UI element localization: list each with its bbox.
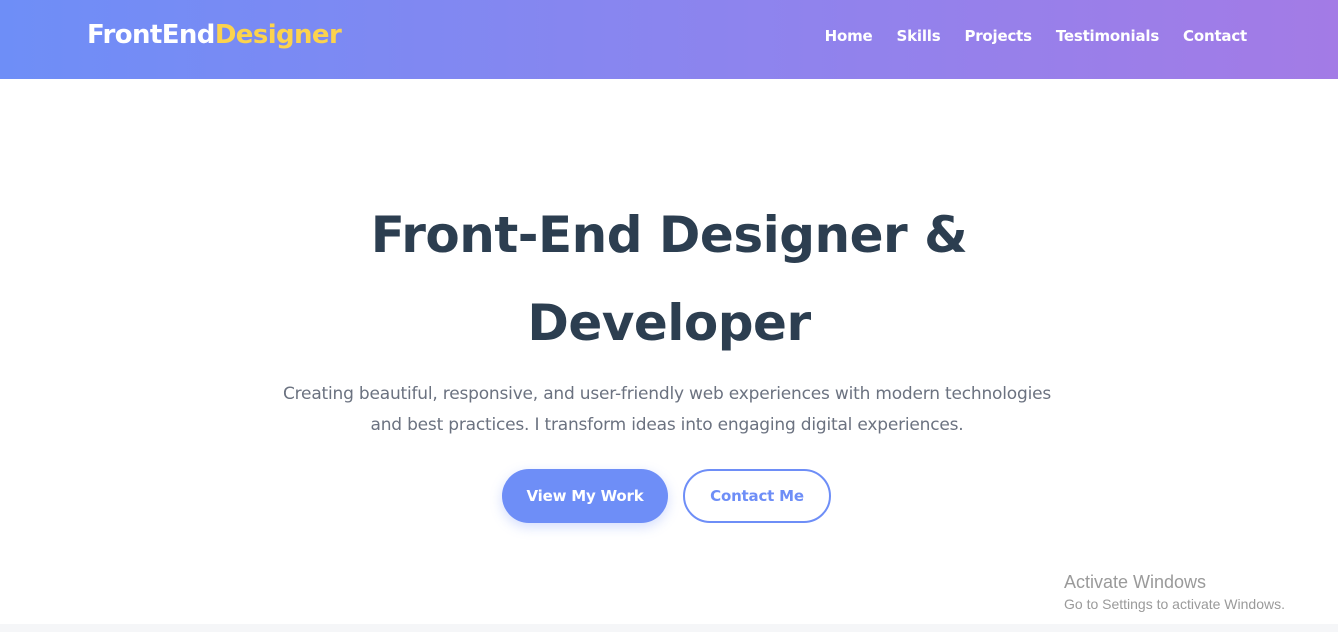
nav-link-contact[interactable]: Contact	[1183, 27, 1247, 45]
contact-me-button[interactable]: Contact Me	[683, 469, 831, 523]
view-my-work-button[interactable]: View My Work	[502, 469, 668, 523]
logo-accent-text: Designer	[214, 20, 342, 50]
logo-main-text: FrontEnd	[87, 20, 215, 50]
main-nav: Home Skills Projects Testimonials Contac…	[825, 27, 1248, 45]
watermark-title: Activate Windows	[1064, 572, 1207, 592]
watermark-subtitle: Go to Settings to activate Windows.	[1064, 596, 1285, 612]
next-section-edge	[0, 624, 1338, 632]
hero-subtitle: Creating beautiful, responsive, and user…	[282, 384, 1052, 435]
hero-title: Front-End Designer & Developer	[370, 206, 968, 352]
nav-link-home[interactable]: Home	[825, 27, 873, 45]
site-logo[interactable]: FrontEndDesigner	[87, 20, 342, 50]
hero-section: Front-End Designer & Developer Creating …	[0, 79, 1338, 624]
nav-link-testimonials[interactable]: Testimonials	[1056, 27, 1159, 45]
nav-link-skills[interactable]: Skills	[897, 27, 941, 45]
nav-link-projects[interactable]: Projects	[964, 27, 1032, 45]
activation-watermark: Activate Windows Go to Settings to activ…	[1064, 571, 1285, 615]
navbar: FrontEndDesigner Home Skills Projects Te…	[0, 0, 1338, 79]
